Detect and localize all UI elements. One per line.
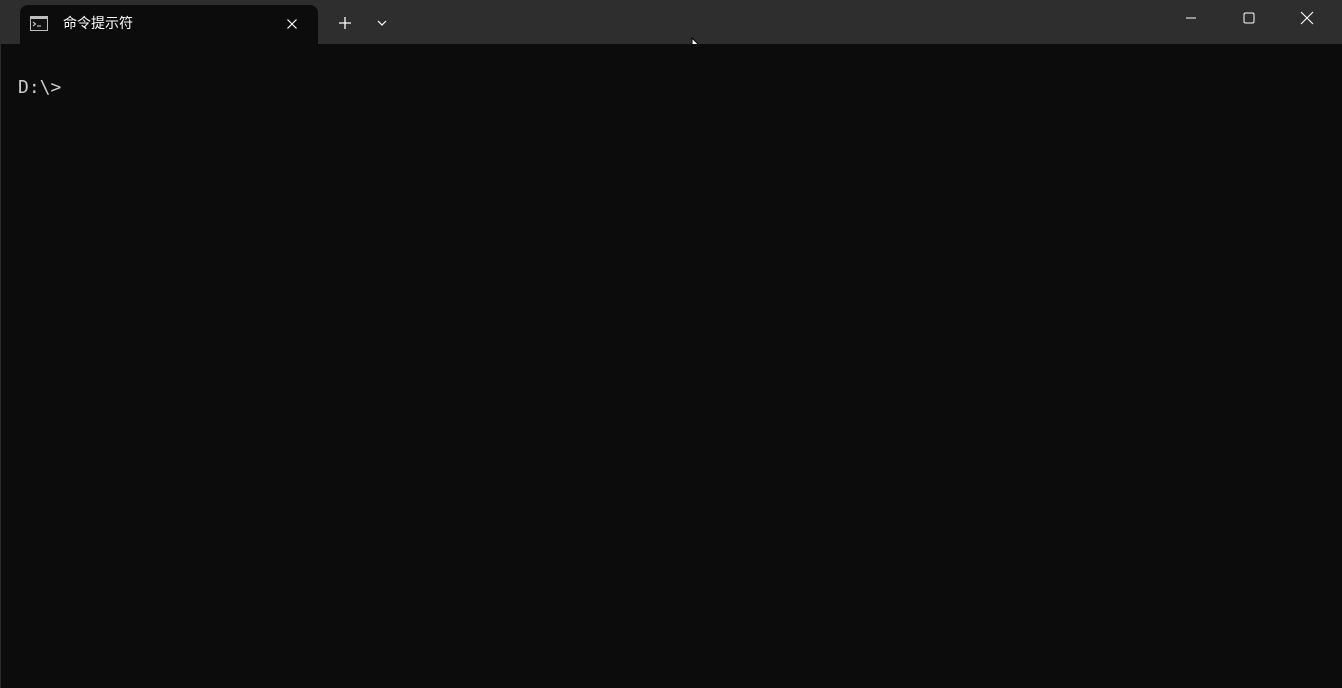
minimize-icon	[1186, 17, 1196, 19]
command-prompt: D:\>	[18, 77, 62, 98]
plus-icon	[339, 17, 351, 29]
tab-close-button[interactable]	[282, 14, 302, 34]
title-bar[interactable]: 命令提示符	[0, 0, 1342, 59]
close-icon	[287, 19, 297, 29]
tab-dropdown-button[interactable]	[372, 13, 392, 33]
maximize-icon	[1243, 12, 1255, 24]
chevron-down-icon	[377, 20, 387, 26]
tab-command-prompt[interactable]: 命令提示符	[20, 5, 318, 44]
close-icon	[1300, 11, 1314, 25]
new-tab-button[interactable]	[334, 12, 356, 34]
terminal-output[interactable]: D:\>	[0, 44, 1342, 688]
terminal-window: 命令提示符 D:\>	[0, 0, 1342, 688]
cmd-icon	[30, 16, 48, 31]
minimize-button[interactable]	[1162, 0, 1220, 36]
maximize-button[interactable]	[1220, 0, 1278, 36]
tab-title: 命令提示符	[63, 16, 133, 32]
close-window-button[interactable]	[1278, 0, 1336, 36]
window-edge	[0, 44, 1, 688]
